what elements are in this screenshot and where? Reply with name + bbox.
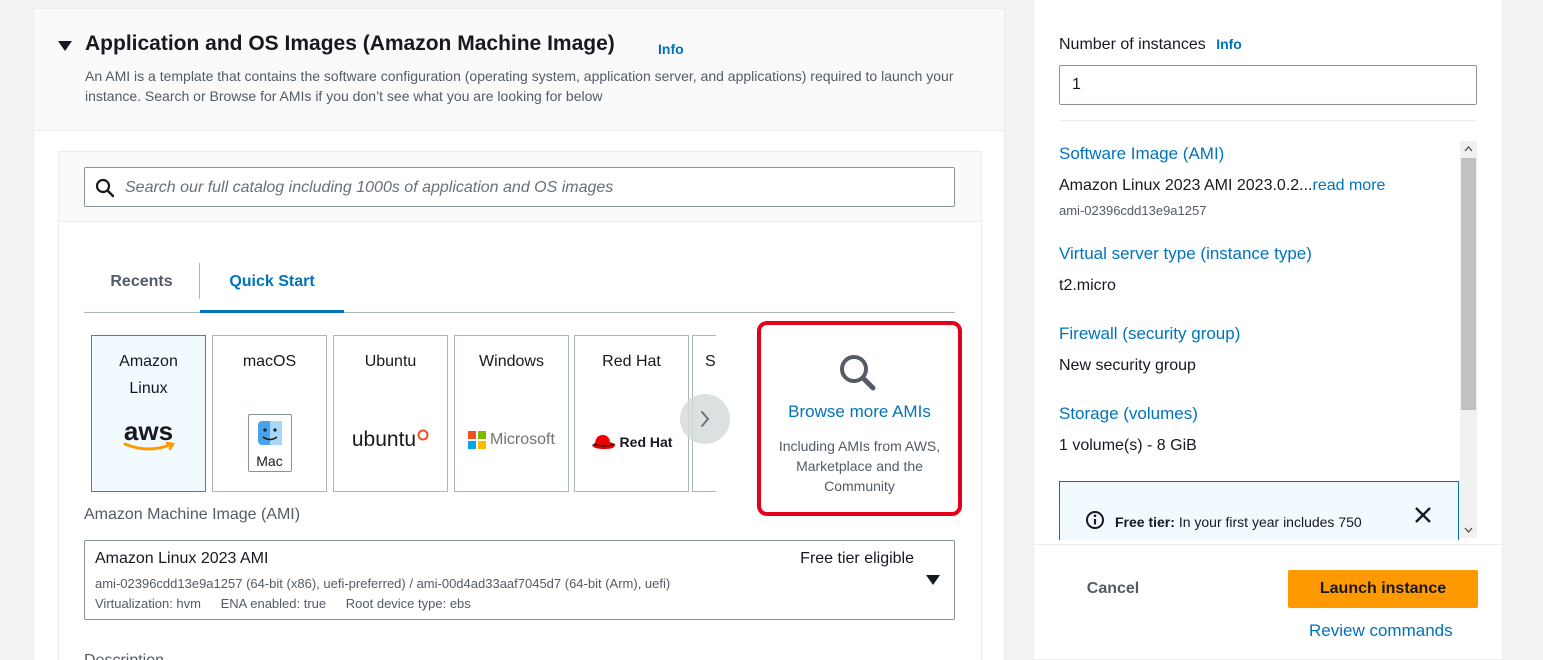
divider [1059, 120, 1477, 121]
os-card-red-hat[interactable]: Red Hat Red Hat [574, 335, 689, 492]
browse-more-amis-card[interactable]: Browse more AMIs Including AMIs from AWS… [757, 321, 962, 516]
os-card-label: Windows [479, 353, 544, 370]
review-commands-link[interactable]: Review commands [1309, 621, 1453, 641]
tab-quick-start[interactable]: Quick Start [200, 257, 344, 313]
red-hat-logo-icon: Red Hat [575, 433, 688, 451]
os-card-ubuntu[interactable]: Ubuntu ubuntu [333, 335, 448, 492]
section-title: Application and OS Images (Amazon Machin… [85, 32, 615, 55]
info-link[interactable]: Info [658, 41, 684, 57]
os-card-windows[interactable]: Windows Microsoft [454, 335, 569, 492]
ami-search-input[interactable]: Search our full catalog including 1000s … [84, 167, 955, 207]
ami-field-label: Amazon Machine Image (AMI) [84, 506, 301, 523]
ami-tabs: Recents Quick Start [84, 257, 955, 313]
close-icon[interactable] [1412, 504, 1434, 526]
ami-section-panel: Application and OS Images (Amazon Machin… [33, 8, 1005, 660]
ami-select-dropdown[interactable]: Amazon Linux 2023 AMI Free tier eligible… [84, 540, 955, 620]
scroll-thumb[interactable] [1461, 158, 1476, 410]
ami-ena: ENA enabled: true [220, 596, 327, 611]
ubuntu-logo-icon: ubuntu [334, 428, 447, 452]
os-card-amazon-linux[interactable]: Amazon Linux aws [91, 335, 206, 492]
software-image-link[interactable]: Software Image (AMI) [1059, 144, 1224, 164]
summary-scrollbar[interactable] [1460, 141, 1477, 538]
instance-type-link[interactable]: Virtual server type (instance type) [1059, 244, 1312, 264]
carousel-next-button[interactable] [680, 394, 730, 444]
aws-logo-icon: aws [92, 418, 205, 452]
browse-more-amis-link[interactable]: Browse more AMIs [761, 402, 958, 422]
free-tier-text: Free tier: In your first year includes 7… [1115, 514, 1362, 530]
os-card-label: Amazon Linux [119, 353, 178, 397]
instance-type-value: t2.micro [1059, 277, 1116, 294]
info-icon [1086, 511, 1104, 529]
read-more-link[interactable]: read more [1313, 177, 1386, 194]
os-card-macos[interactable]: macOS Mac [212, 335, 327, 492]
os-card-label: Red Hat [602, 353, 661, 370]
summary-list: Software Image (AMI) Amazon Linux 2023 A… [1059, 140, 1459, 540]
software-image-value: Amazon Linux 2023 AMI 2023.0.2...read mo… [1059, 177, 1386, 194]
divider [1034, 544, 1502, 545]
description-label: Description [84, 652, 164, 660]
search-placeholder: Search our full catalog including 1000s … [125, 179, 614, 196]
caret-down-icon[interactable] [58, 41, 72, 51]
section-header: Application and OS Images (Amazon Machin… [34, 9, 1004, 131]
scroll-down-icon[interactable] [1460, 522, 1477, 538]
section-description: An AMI is a template that contains the s… [85, 68, 954, 104]
os-card-label: Ubuntu [364, 353, 417, 370]
ami-id: ami-02396cdd13e9a1257 [1059, 203, 1207, 218]
search-strip: Search our full catalog including 1000s … [59, 152, 981, 222]
ami-name: Amazon Linux 2023 AMI [95, 550, 269, 567]
launch-instance-button[interactable]: Launch instance [1288, 570, 1478, 608]
browse-more-amis-subtitle: Including AMIs from AWS, Marketplace and… [778, 438, 941, 494]
free-tier-alert: Free tier: In your first year includes 7… [1059, 481, 1459, 540]
info-link[interactable]: Info [1216, 36, 1242, 52]
ami-virtualization: Virtualization: hvm [95, 596, 201, 611]
mac-finder-icon: Mac [213, 414, 326, 472]
caret-down-icon [926, 575, 940, 585]
free-tier-badge: Free tier eligible [800, 550, 914, 567]
search-icon [840, 355, 876, 391]
ami-meta: Virtualization: hvm ENA enabled: true Ro… [95, 596, 487, 611]
summary-panel: Number of instances Info 1 Software Imag… [1033, 0, 1503, 660]
ami-catalog-box: Search our full catalog including 1000s … [58, 151, 982, 660]
firewall-link[interactable]: Firewall (security group) [1059, 324, 1240, 344]
os-card-label: macOS [242, 353, 297, 370]
firewall-value: New security group [1059, 357, 1196, 374]
ami-root-device: Root device type: ebs [345, 596, 471, 611]
microsoft-logo-icon: Microsoft [455, 431, 568, 449]
storage-link[interactable]: Storage (volumes) [1059, 404, 1198, 424]
cancel-button[interactable]: Cancel [1064, 570, 1162, 608]
storage-value: 1 volume(s) - 8 GiB [1059, 437, 1197, 454]
instances-label: Number of instances Info [1059, 36, 1242, 53]
scroll-up-icon[interactable] [1460, 141, 1477, 157]
tab-recents[interactable]: Recents [84, 257, 199, 313]
ami-ids: ami-02396cdd13e9a1257 (64-bit (x86), uef… [95, 576, 671, 591]
search-icon [95, 178, 115, 198]
chevron-right-icon [701, 411, 710, 427]
instances-input[interactable]: 1 [1059, 65, 1477, 105]
